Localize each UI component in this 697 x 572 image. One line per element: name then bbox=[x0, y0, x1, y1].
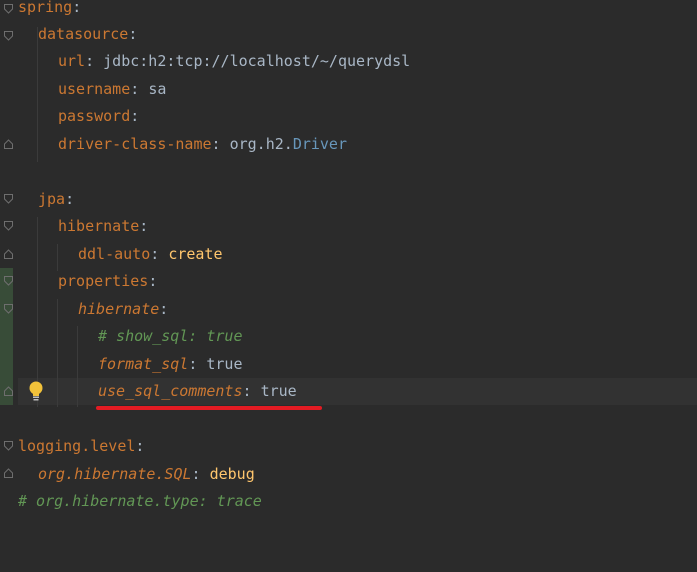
yaml-key: org.hibernate.SQL bbox=[38, 465, 192, 483]
indent-guide bbox=[57, 299, 58, 407]
vcs-change-marker[interactable] bbox=[0, 268, 13, 405]
yaml-key: hibernate bbox=[78, 300, 160, 318]
fold-end-icon[interactable] bbox=[4, 468, 13, 478]
fold-toggle-icon[interactable] bbox=[4, 194, 13, 204]
fold-toggle-icon[interactable] bbox=[4, 221, 13, 231]
yaml-separator: : bbox=[188, 355, 198, 373]
yaml-separator: : bbox=[72, 0, 82, 16]
yaml-separator: : bbox=[148, 272, 158, 290]
code-line[interactable]: username: sa bbox=[58, 76, 166, 103]
code-line[interactable]: hibernate: bbox=[58, 213, 148, 240]
yaml-value: create bbox=[168, 245, 223, 263]
fold-toggle-icon[interactable] bbox=[4, 31, 13, 41]
code-line[interactable]: org.hibernate.SQL: debug bbox=[38, 461, 255, 488]
editor-gutter bbox=[0, 0, 18, 572]
code-line[interactable]: password: bbox=[58, 103, 139, 130]
code-line[interactable]: format_sql: true bbox=[98, 351, 243, 378]
code-line-current[interactable]: use_sql_comments: true bbox=[98, 378, 297, 405]
yaml-key: username bbox=[58, 80, 131, 98]
code-line[interactable]: ddl-auto: create bbox=[78, 241, 223, 268]
yaml-separator: : bbox=[130, 80, 140, 98]
indent-guide bbox=[37, 217, 38, 407]
yaml-key: properties bbox=[58, 272, 149, 290]
yaml-separator: : bbox=[65, 190, 75, 208]
fold-toggle-icon[interactable] bbox=[4, 441, 13, 451]
yaml-key: hibernate bbox=[58, 217, 140, 235]
code-line[interactable]: hibernate: bbox=[78, 296, 168, 323]
yaml-key: use_sql_comments bbox=[98, 382, 243, 400]
yaml-separator: : bbox=[135, 437, 145, 455]
yaml-key: format_sql bbox=[98, 355, 189, 373]
yaml-key: spring bbox=[18, 0, 73, 16]
yaml-key: jpa bbox=[38, 190, 66, 208]
code-line[interactable]: properties: bbox=[58, 268, 157, 295]
red-underline-annotation bbox=[96, 406, 322, 410]
yaml-value: jdbc:h2:tcp://localhost/~/querydsl bbox=[103, 52, 411, 70]
yaml-separator: : bbox=[211, 135, 221, 153]
indent-guide bbox=[77, 326, 78, 407]
fold-toggle-icon[interactable] bbox=[4, 304, 13, 314]
fold-end-icon[interactable] bbox=[4, 249, 13, 259]
code-line[interactable]: spring: bbox=[18, 0, 81, 21]
yaml-key: datasource bbox=[38, 25, 129, 43]
yaml-separator: : bbox=[139, 217, 149, 235]
yaml-separator: : bbox=[191, 465, 201, 483]
yaml-comment: # show_sql: true bbox=[98, 327, 243, 345]
fold-toggle-icon[interactable] bbox=[4, 4, 13, 14]
code-editor[interactable]: spring: datasource: url: jdbc:h2:tcp://l… bbox=[0, 0, 697, 572]
fold-end-icon[interactable] bbox=[4, 386, 13, 396]
yaml-value-class: Driver bbox=[292, 135, 347, 153]
code-line[interactable]: driver-class-name: org.h2.Driver bbox=[58, 131, 347, 158]
yaml-value-package: org.h2. bbox=[229, 135, 293, 153]
code-line[interactable]: logging.level: bbox=[18, 433, 144, 460]
indent-guide bbox=[57, 244, 58, 271]
code-line[interactable]: jpa: bbox=[38, 186, 74, 213]
yaml-comment: # org.hibernate.type: trace bbox=[18, 492, 262, 510]
yaml-value: sa bbox=[148, 80, 167, 98]
yaml-value: true bbox=[260, 382, 297, 400]
lightbulb-icon[interactable] bbox=[27, 380, 45, 402]
yaml-key: ddl-auto bbox=[78, 245, 151, 263]
yaml-key: logging.level bbox=[18, 437, 136, 455]
code-line[interactable]: url: jdbc:h2:tcp://localhost/~/querydsl bbox=[58, 48, 410, 75]
yaml-separator: : bbox=[130, 107, 140, 125]
yaml-key: url bbox=[58, 52, 86, 70]
code-line[interactable]: # org.hibernate.type: trace bbox=[18, 488, 262, 515]
yaml-value: debug bbox=[209, 465, 255, 483]
yaml-key: driver-class-name bbox=[58, 135, 212, 153]
yaml-separator: : bbox=[150, 245, 160, 263]
yaml-separator: : bbox=[128, 25, 138, 43]
fold-toggle-icon[interactable] bbox=[4, 276, 13, 286]
fold-end-icon[interactable] bbox=[4, 139, 13, 149]
code-line[interactable]: # show_sql: true bbox=[98, 323, 243, 350]
yaml-separator: : bbox=[242, 382, 252, 400]
yaml-separator: : bbox=[85, 52, 95, 70]
yaml-separator: : bbox=[159, 300, 169, 318]
yaml-key: password bbox=[58, 107, 131, 125]
code-line[interactable]: datasource: bbox=[38, 21, 137, 48]
yaml-value: true bbox=[206, 355, 243, 373]
